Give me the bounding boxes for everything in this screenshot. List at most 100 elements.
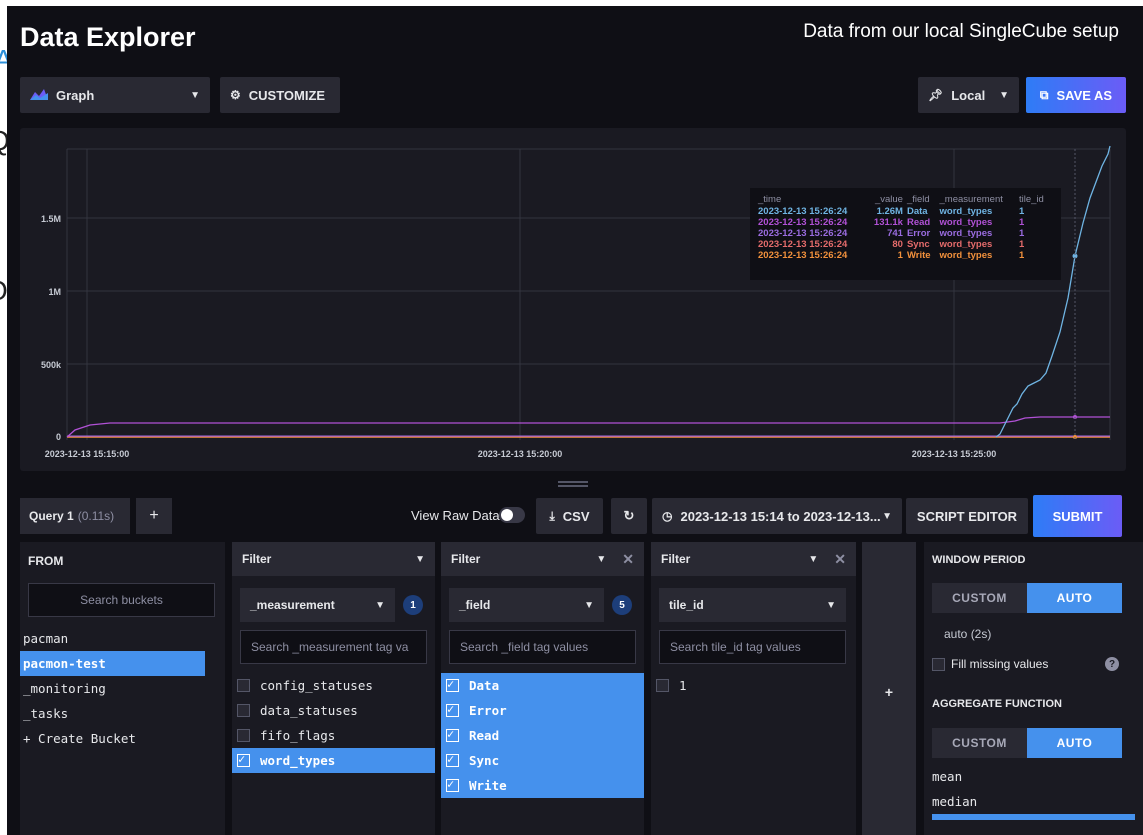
filter-key-label: tile_id xyxy=(669,598,704,612)
save-as-button[interactable]: ⧉ SAVE AS xyxy=(1026,77,1126,113)
checkbox-checked[interactable] xyxy=(446,752,459,767)
checkbox-checked[interactable] xyxy=(446,677,459,692)
measurement-search-input[interactable]: Search _measurement tag va xyxy=(240,630,427,664)
tag-value-item[interactable]: fifo_flags xyxy=(232,723,435,748)
chevron-down-icon: ▼ xyxy=(584,599,594,611)
legend-value: 131.1k xyxy=(873,217,903,228)
window-custom-button[interactable]: CUSTOM xyxy=(932,583,1027,613)
tag-value-item-selected[interactable]: Write xyxy=(441,773,644,798)
from-panel: FROM Search buckets pacman pacmon-test _… xyxy=(20,542,225,835)
aggregate-function-item[interactable]: mean xyxy=(932,764,1143,789)
y-tick-label: 1.5M xyxy=(41,214,61,224)
bucket-item[interactable]: pacman xyxy=(20,626,225,651)
close-icon[interactable]: ✕ xyxy=(834,551,846,568)
submit-button[interactable]: SUBMIT xyxy=(1033,495,1122,537)
save-as-label: SAVE AS xyxy=(1056,87,1113,103)
from-header: FROM xyxy=(28,554,64,568)
aggregate-function-header: AGGREGATE FUNCTION xyxy=(932,698,1062,710)
window-period-toggle: CUSTOM AUTO xyxy=(932,583,1122,613)
page-title: Data Explorer xyxy=(20,22,196,52)
legend-value: 80 xyxy=(892,239,903,250)
legend-row: 2023-12-13 15:26:24 1.26M Data word_type… xyxy=(758,206,1053,217)
time-range-label: 2023-12-13 15:14 to 2023-12-13... xyxy=(680,508,881,524)
field-search-input[interactable]: Search _field tag values xyxy=(449,630,636,664)
checkbox[interactable] xyxy=(656,679,669,692)
graph-hover-legend: _time _value _field _measurement tile_id… xyxy=(750,188,1061,280)
page-subtitle: Data from our local SingleCube setup xyxy=(803,21,1119,42)
y-tick-label: 0 xyxy=(56,432,61,442)
background-page-edge: A Q O xyxy=(0,0,7,835)
window-auto-button[interactable]: AUTO xyxy=(1027,583,1122,613)
checkbox[interactable] xyxy=(237,729,250,742)
resize-handle[interactable] xyxy=(558,481,588,487)
filter-key-dropdown[interactable]: _field ▼ xyxy=(449,588,604,622)
tag-value-item-selected[interactable]: Read xyxy=(441,723,644,748)
legend-header: tile_id xyxy=(1018,194,1044,205)
filter-function-dropdown[interactable]: Filter ▼ ✕ xyxy=(441,542,644,576)
tag-value-item-selected[interactable]: Error xyxy=(441,698,644,723)
checkbox[interactable] xyxy=(237,679,250,692)
create-bucket-link[interactable]: + Create Bucket xyxy=(20,726,225,751)
legend-value: 1.26M xyxy=(876,206,903,217)
checkbox-checked[interactable] xyxy=(446,727,459,742)
legend-time: 2023-12-13 15:26:24 xyxy=(758,250,848,261)
checkbox-checked[interactable] xyxy=(446,702,459,717)
chevron-down-icon: ▼ xyxy=(596,553,607,565)
legend-row: 2023-12-13 15:26:24 741 Error word_types… xyxy=(758,228,1053,239)
fill-missing-checkbox[interactable] xyxy=(932,657,945,671)
filter-function-dropdown[interactable]: Filter ▼ xyxy=(232,542,435,576)
selected-count-badge: 5 xyxy=(612,595,632,615)
checkbox[interactable] xyxy=(237,704,250,717)
close-icon[interactable]: ✕ xyxy=(622,551,634,568)
csv-button[interactable]: ⤓ CSV xyxy=(536,498,603,534)
add-filter-button[interactable]: + xyxy=(862,542,916,835)
script-editor-button[interactable]: SCRIPT EDITOR xyxy=(906,498,1028,534)
refresh-button[interactable]: ↻ xyxy=(611,498,647,534)
legend-tile-id: 1 xyxy=(1018,206,1025,217)
filter-key-dropdown[interactable]: tile_id ▼ xyxy=(659,588,846,622)
filter-label: Filter xyxy=(451,552,481,566)
legend-field: Read xyxy=(906,217,931,228)
timezone-dropdown[interactable]: 📌︎ Local ▼ xyxy=(918,77,1019,113)
aggregate-function-item[interactable]: median xyxy=(932,789,1143,814)
fill-missing-label: Fill missing values xyxy=(951,657,1049,671)
view-type-dropdown[interactable]: Graph ▼ xyxy=(20,77,210,113)
filter-key-dropdown[interactable]: _measurement ▼ xyxy=(240,588,395,622)
checkbox-checked[interactable] xyxy=(446,777,459,792)
tag-value-item[interactable]: config_statuses xyxy=(232,673,435,698)
view-type-label: Graph xyxy=(56,87,95,103)
aggregate-custom-button[interactable]: CUSTOM xyxy=(932,728,1027,758)
filter-panel-tile-id: Filter ▼ ✕ tile_id ▼ Search tile_id tag … xyxy=(651,542,856,835)
filter-panel-measurement: Filter ▼ _measurement ▼ 1 Search _measur… xyxy=(232,542,435,835)
filter-function-dropdown[interactable]: Filter ▼ ✕ xyxy=(651,542,856,576)
legend-header: _time xyxy=(758,194,782,205)
aggregate-auto-button[interactable]: AUTO xyxy=(1027,728,1122,758)
bucket-item-selected[interactable]: pacmon-test xyxy=(20,651,205,676)
legend-value: 1 xyxy=(897,250,903,261)
aggregate-function-item-selected[interactable] xyxy=(932,814,1135,820)
legend-field: Data xyxy=(906,206,928,217)
help-icon[interactable]: ? xyxy=(1105,657,1119,671)
checkbox-checked[interactable] xyxy=(237,752,250,767)
tag-value-item-selected[interactable]: word_types xyxy=(232,748,435,773)
tag-value-item-selected[interactable]: Sync xyxy=(441,748,644,773)
download-icon: ⤓ xyxy=(549,508,555,523)
view-raw-data-toggle[interactable] xyxy=(499,507,525,523)
chevron-down-icon: ▼ xyxy=(415,553,425,565)
legend-value: 741 xyxy=(887,228,903,239)
tile-id-search-input[interactable]: Search tile_id tag values xyxy=(659,630,846,664)
tag-value-item[interactable]: 1 xyxy=(651,673,856,698)
bucket-item[interactable]: _tasks xyxy=(20,701,225,726)
add-query-button[interactable]: + xyxy=(136,498,172,534)
tag-value-item-selected[interactable]: Data xyxy=(441,673,644,698)
time-range-dropdown[interactable]: ◷ 2023-12-13 15:14 to 2023-12-13... ▼ xyxy=(652,498,902,534)
legend-header-row: _time _value _field _measurement tile_id xyxy=(758,194,1053,206)
tag-value-item[interactable]: data_statuses xyxy=(232,698,435,723)
bucket-search-input[interactable]: Search buckets xyxy=(28,583,215,617)
customize-button[interactable]: ⚙ CUSTOMIZE xyxy=(220,77,340,113)
legend-header: _measurement xyxy=(939,194,1003,205)
bucket-item[interactable]: _monitoring xyxy=(20,676,225,701)
graph-panel[interactable]: 1.5M 1M 500k 0 2023-12-13 15:15:00 2023-… xyxy=(20,128,1126,471)
query-tab[interactable]: Query 1 (0.11s) xyxy=(20,498,130,534)
legend-measurement: word_types xyxy=(939,228,993,239)
